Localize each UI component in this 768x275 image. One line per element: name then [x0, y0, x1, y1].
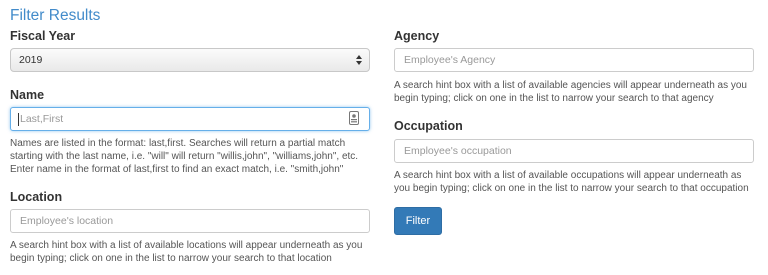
page-title: Filter Results	[10, 7, 101, 24]
location-input[interactable]	[10, 209, 370, 233]
location-help-text: A search hint box with a list of availab…	[10, 240, 363, 264]
location-label: Location	[10, 190, 63, 204]
fiscal-year-label: Fiscal Year	[10, 29, 76, 43]
fiscal-year-select[interactable]: 2019	[10, 48, 370, 72]
name-label: Name	[10, 88, 45, 102]
contact-card-icon[interactable]	[349, 111, 359, 125]
occupation-input[interactable]	[394, 139, 754, 163]
agency-label: Agency	[394, 29, 440, 43]
occupation-label: Occupation	[394, 119, 463, 133]
fiscal-year-value: 2019	[19, 54, 43, 66]
updown-arrows-icon	[356, 55, 362, 65]
name-help-text: Names are listed in the format: last,fir…	[10, 138, 359, 175]
agency-help-text: A search hint box with a list of availab…	[394, 80, 747, 104]
text-cursor	[18, 113, 19, 126]
occupation-help-text: A search hint box with a list of availab…	[394, 170, 749, 194]
filter-button[interactable]: Filter	[394, 207, 442, 235]
name-input[interactable]	[10, 107, 370, 131]
agency-input[interactable]	[394, 48, 754, 72]
